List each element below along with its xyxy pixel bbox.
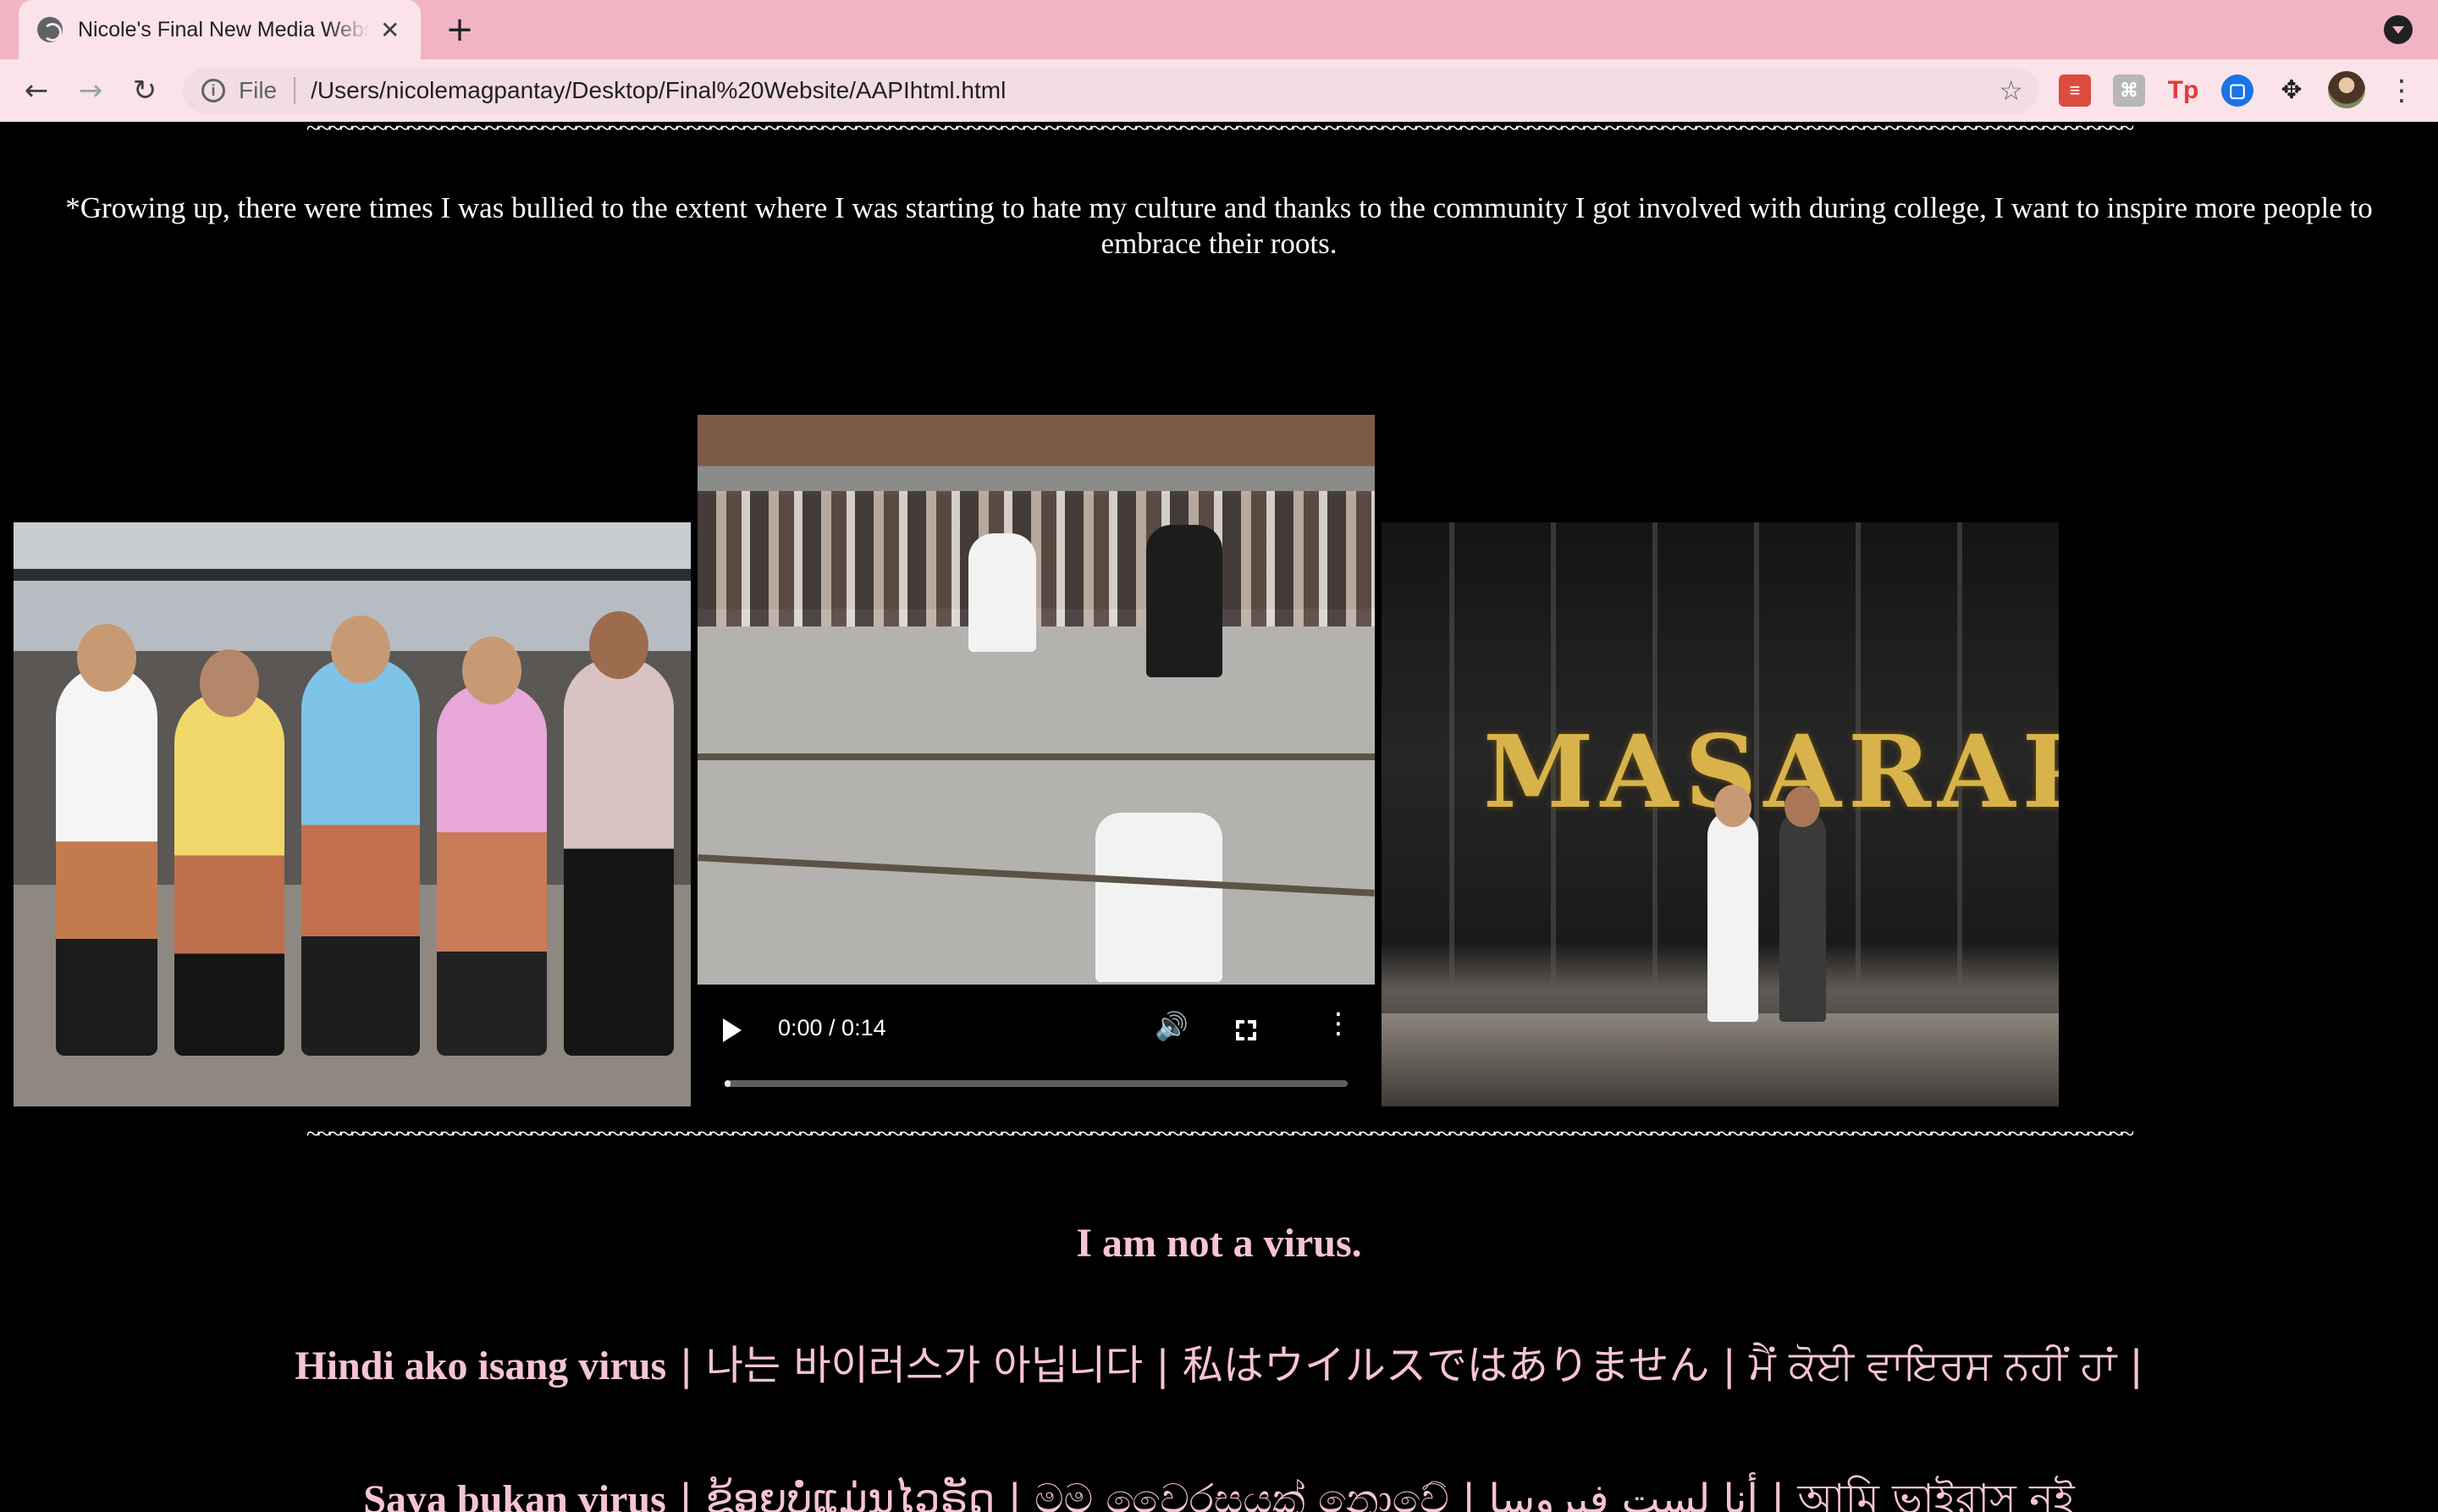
tab-search-icon[interactable] <box>2384 15 2413 44</box>
url-separator <box>294 77 296 104</box>
url-text[interactable]: /Users/nicolemagpantay/Desktop/Final%20W… <box>311 77 1006 104</box>
translations-text: | 나는 바이러스가 아닙니다 | 私はウイルスではありません | ਮੈਂ ਕੋ… <box>666 1342 2143 1389</box>
todoist-extension-icon[interactable]: ≡ <box>2059 74 2091 107</box>
address-bar[interactable]: i File /Users/nicolemagpantay/Desktop/Fi… <box>183 68 2038 113</box>
browser-toolbar: ← → ↻ i File /Users/nicolemagpantay/Desk… <box>0 59 2438 122</box>
tilde-divider: ~~~~~~~~~~~~~~~~~~~~~~~~~~~~~~~~~~~~~~~~… <box>306 1122 2135 1147</box>
tab-title: Nicole's Final New Media Website <box>78 17 370 41</box>
profile-avatar[interactable] <box>2328 71 2365 108</box>
translations-line-2: Saya bukan virus | ຂ້ອຍບໍ່ແມ່ນໄວຣັດ | මම… <box>0 1469 2438 1512</box>
active-tab[interactable]: Nicole's Final New Media Website ✕ <box>19 0 421 59</box>
tab-strip: Nicole's Final New Media Website ✕ + <box>0 0 2438 59</box>
translations-line-1: Hindi ako isang virus | 나는 바이러스가 아닙니다 | … <box>0 1332 2438 1391</box>
globe-icon <box>37 17 63 42</box>
kebab-menu-icon[interactable]: ⋮ <box>2387 69 2416 112</box>
arrow-back-icon[interactable]: ← <box>15 69 58 112</box>
new-tab-button[interactable]: + <box>440 10 479 49</box>
tagalog-text: Hindi ako isang virus <box>295 1344 667 1388</box>
close-icon[interactable]: ✕ <box>380 16 400 44</box>
info-icon[interactable]: i <box>201 79 225 102</box>
video-more-icon[interactable]: ⋮ <box>1324 1007 1353 1040</box>
docs-extension-icon[interactable]: ▢ <box>2221 74 2253 107</box>
headline: I am not a virus. <box>1076 1221 1362 1266</box>
video-time: 0:00 / 0:14 <box>778 1015 886 1040</box>
translations-text: | ຂ້ອຍບໍ່ແມ່ນໄວຣັດ | මම වෛරසයක් නොවේ | أ… <box>665 1476 2075 1512</box>
video-progress-fill <box>725 1080 731 1087</box>
tilde-divider: ~~~~~~~~~~~~~~~~~~~~~~~~~~~~~~~~~~~~~~~~… <box>306 123 2135 141</box>
reload-icon[interactable]: ↻ <box>124 69 166 112</box>
video-frame[interactable] <box>698 415 1375 985</box>
tp-extension-icon[interactable]: Tp <box>2167 74 2199 107</box>
malay-text: Saya bukan virus <box>363 1477 666 1512</box>
arrow-forward-icon[interactable]: → <box>69 69 112 112</box>
stage-photo-image: MASARAP <box>1382 522 2059 1106</box>
video-player[interactable]: 0:00 / 0:14 🔊 ⋮ <box>698 415 1375 1106</box>
page-content: ~~~~~~~~~~~~~~~~~~~~~~~~~~~~~~~~~~~~~~~~… <box>0 123 2438 1512</box>
pin-extension-icon[interactable]: ⌘ <box>2113 74 2145 107</box>
volume-icon[interactable]: 🔊 <box>1155 1010 1189 1042</box>
video-progress-bar[interactable] <box>725 1080 1348 1087</box>
fullscreen-icon[interactable] <box>1234 1018 1258 1042</box>
video-controls: 0:00 / 0:14 🔊 ⋮ <box>698 985 1375 1106</box>
extensions-puzzle-icon[interactable]: ✥ <box>2275 74 2308 107</box>
url-scheme: File <box>239 77 278 103</box>
intro-paragraph: *Growing up, there were times I was bull… <box>65 191 2373 260</box>
group-photo-image <box>14 522 691 1106</box>
bookmark-star-icon[interactable]: ☆ <box>1999 74 2023 107</box>
play-icon[interactable] <box>723 1018 742 1042</box>
balloon-sign: MASARAP <box>1483 713 2059 830</box>
